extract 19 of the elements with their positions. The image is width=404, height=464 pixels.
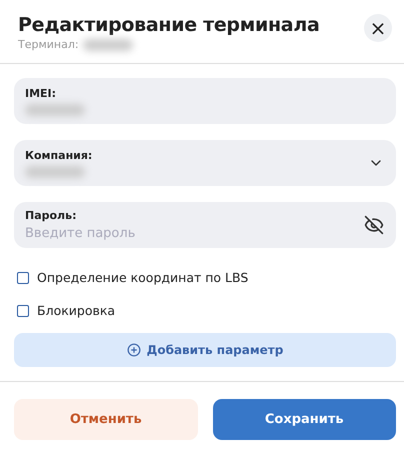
- checkbox-label: Блокировка: [37, 303, 116, 318]
- field-label: Компания:: [25, 148, 92, 162]
- save-button[interactable]: Сохранить: [212, 399, 396, 440]
- input-field[interactable]: IMEI:: [14, 78, 396, 124]
- field-label: IMEI:: [25, 86, 58, 100]
- checkbox[interactable]: [17, 304, 29, 316]
- terminal-label: Терминал:: [18, 38, 79, 51]
- input-field[interactable]: Пароль: Введите пароль: [14, 202, 396, 248]
- plus-icon: [126, 343, 141, 357]
- eye-off-icon[interactable]: [364, 215, 384, 235]
- cancel-button[interactable]: Отменить: [14, 399, 198, 440]
- password-input[interactable]: Введите пароль: [25, 226, 325, 241]
- checkbox-label: Определение координат по LBS: [37, 270, 248, 285]
- close-button[interactable]: ×: [364, 14, 392, 42]
- add-parameter-button[interactable]: Добавить параметр: [14, 333, 396, 367]
- select-field[interactable]: Компания:: [14, 140, 396, 186]
- dialog-title: Редактирование терминала: [18, 14, 320, 36]
- checkbox[interactable]: [17, 272, 29, 284]
- field-label: Пароль:: [25, 209, 78, 222]
